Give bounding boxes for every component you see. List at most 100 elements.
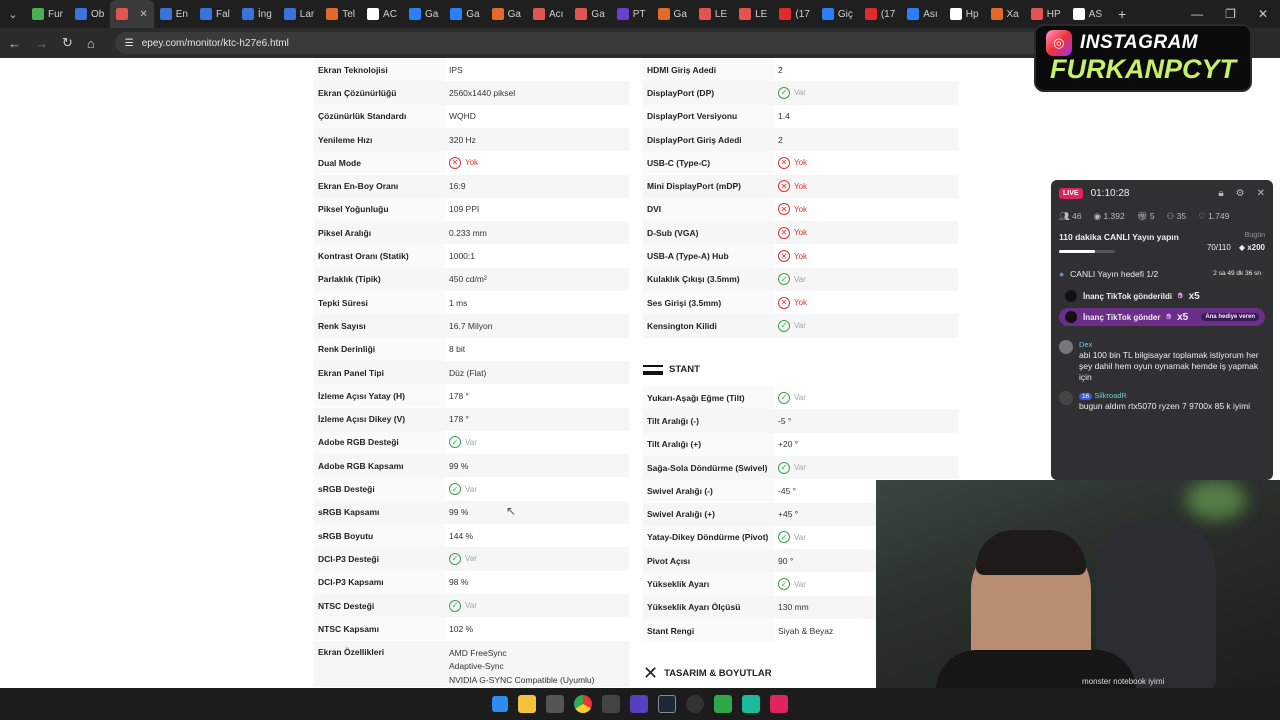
spec-value: 144 % <box>449 530 474 541</box>
tab-favicon-icon <box>1072 8 1085 20</box>
spec-value: ✓ Var <box>774 81 958 105</box>
tab-favicon-icon <box>116 8 129 20</box>
tab-search-chevron-icon[interactable]: ⌄ <box>0 0 26 28</box>
chrome-icon[interactable] <box>574 695 592 713</box>
spec-label: Parlaklık (Tipik) <box>314 267 445 291</box>
spec-value: ✓ Var <box>774 267 958 291</box>
media-player-icon[interactable] <box>714 695 732 713</box>
browser-tab[interactable]: Ga <box>569 0 610 28</box>
restore-icon[interactable]: ❐ <box>1225 7 1236 21</box>
browser-tab[interactable]: (17 <box>773 0 815 28</box>
close-panel-icon[interactable]: ✕ <box>1257 188 1265 199</box>
check-icon: ✓ <box>778 531 790 544</box>
spec-value: 320 Hz <box>445 127 629 152</box>
browser-tab[interactable]: Lar <box>278 0 320 28</box>
tab-favicon-icon <box>698 8 711 20</box>
tab-favicon-icon <box>241 8 254 20</box>
lock-icon[interactable]: 🔒︎ <box>1218 188 1223 199</box>
browser-tab[interactable]: Ga <box>652 0 693 28</box>
check-icon: ✓ <box>778 86 790 99</box>
xbox-icon[interactable] <box>686 695 704 713</box>
browser-tab[interactable]: Fur <box>26 0 69 28</box>
spec-value: ✓ Var <box>774 386 958 409</box>
spec-label: Piksel Yoğunluğu <box>314 197 445 222</box>
spec-row: DCI-P3 Desteği ✓ Var <box>314 547 629 571</box>
browser-tab[interactable]: Acı <box>527 0 569 28</box>
spec-value: 1 ms <box>449 297 468 308</box>
browser-tab[interactable]: Ob <box>69 0 110 28</box>
browser-tab[interactable]: LE <box>693 0 733 28</box>
tab-favicon-icon <box>990 8 1003 20</box>
browser-tab[interactable]: Hp <box>944 0 985 28</box>
close-window-icon[interactable]: ✕ <box>1258 7 1268 21</box>
tab-label: Hp <box>965 8 979 20</box>
browser-tab[interactable]: Ga <box>403 0 444 28</box>
chat-app-icon[interactable] <box>742 695 760 713</box>
new-tab-button[interactable]: + <box>1108 6 1136 22</box>
gift-message-2: İnanç TikTok gönder ✋︎ x5 Ana hediye ver… <box>1059 308 1265 327</box>
tab-favicon-icon <box>408 8 421 20</box>
app-icon[interactable] <box>630 695 648 713</box>
url-text: epey.com/monitor/ktc-h27e6.html <box>141 37 289 49</box>
spec-row: Kulaklık Çıkışı (3.5mm) ✓ Var <box>643 267 958 291</box>
spec-label: Ses Girişi (3.5mm) <box>643 291 774 315</box>
browser-tab[interactable]: (17 <box>859 0 901 28</box>
reload-icon[interactable]: ↻ <box>62 35 73 51</box>
spec-row: Adobe RGB Desteği ✓ Var <box>314 430 629 455</box>
spec-label: Ekran Panel Tipi <box>314 360 445 385</box>
app-icon[interactable] <box>602 695 620 713</box>
browser-tab[interactable]: İng <box>236 0 278 28</box>
store-icon[interactable] <box>546 695 564 713</box>
browser-tab[interactable]: Ga <box>444 0 485 28</box>
check-icon: ✓ <box>449 436 461 449</box>
close-tab-icon[interactable]: ✕ <box>139 9 147 20</box>
spec-row: Tepki Süresi 1 ms <box>314 291 629 315</box>
spec-label: sRGB Boyutu <box>314 524 445 548</box>
browser-tab[interactable]: Ası <box>901 0 943 28</box>
browser-tab[interactable]: Xa <box>985 0 1025 28</box>
tab-label: Giç <box>837 8 853 20</box>
tab-favicon-icon <box>159 8 172 20</box>
tab-favicon-icon <box>75 8 87 20</box>
spec-row: NTSC Kapsamı 102 % <box>314 617 629 641</box>
tiktok-icon[interactable] <box>770 695 788 713</box>
live-stats: 👥︎ 46 ◉ 1.392 🎁︎ 5 ⚇ 35 ♡ 1.749 <box>1051 203 1273 230</box>
spec-label: USB-A (Type-A) Hub <box>643 244 774 268</box>
browser-tab[interactable]: AC <box>361 0 403 28</box>
browser-tab[interactable]: Tel <box>320 0 361 28</box>
spec-label: Yükseklik Ayarı <box>643 572 774 596</box>
spec-label: Renk Derinliği <box>314 337 445 361</box>
file-explorer-icon[interactable] <box>518 695 536 713</box>
back-icon[interactable]: ← <box>8 36 21 51</box>
chat-message: 16 SilkroadR bugun aldım rtx5070 ryzen 7… <box>1051 387 1273 416</box>
spec-value: 450 cd/m² <box>445 267 629 291</box>
site-info-icon[interactable]: ☰ <box>125 38 134 49</box>
tab-favicon-icon <box>367 8 380 20</box>
forward-icon[interactable]: → <box>35 36 48 51</box>
spec-label: Swivel Aralığı (-) <box>643 479 774 503</box>
settings-icon[interactable]: ⚙︎ <box>1236 188 1245 199</box>
spec-value: 2560x1440 piksel <box>445 81 629 105</box>
browser-tab[interactable]: PT <box>611 0 652 28</box>
minimize-icon[interactable]: — <box>1191 7 1203 21</box>
browser-tab[interactable]: Ga <box>486 0 527 28</box>
diamond-icon: ◆ <box>1238 243 1245 252</box>
browser-tab[interactable]: En <box>154 0 194 28</box>
tab-label: Tel <box>342 8 356 20</box>
browser-tab[interactable]: Giç <box>816 0 859 28</box>
spec-row: DCI-P3 Kapsamı 98 % <box>314 570 629 594</box>
spec-row: DVI ✕ Yok <box>643 197 958 222</box>
spec-value: ✓ Var <box>774 455 958 480</box>
spec-row: DisplayPort Giriş Adedi 2 <box>643 127 958 152</box>
steam-icon[interactable] <box>658 695 676 713</box>
spec-row: Renk Derinliği 8 bit <box>314 337 629 361</box>
windows-start-icon[interactable] <box>492 696 508 712</box>
gift-icon: 🎁︎ <box>1136 211 1148 221</box>
browser-tab[interactable]: Fal <box>194 0 236 28</box>
browser-tab[interactable]: LE <box>733 0 773 28</box>
browser-tab[interactable]: ✕ <box>110 0 154 28</box>
spec-label: D-Sub (VGA) <box>643 221 774 245</box>
tab-label: Ga <box>507 8 521 20</box>
avatar <box>1059 340 1073 355</box>
home-icon[interactable]: ⌂ <box>87 36 95 51</box>
